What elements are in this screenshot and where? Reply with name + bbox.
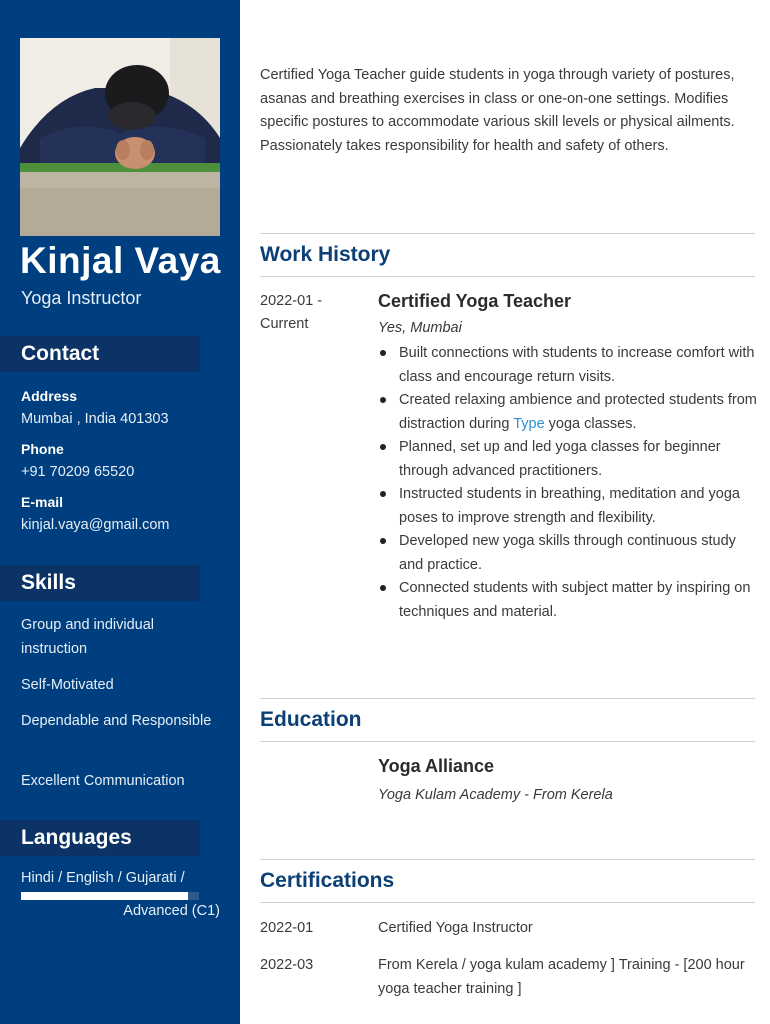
job-responsibilities: Built connections with students to incre… — [378, 342, 758, 624]
sidebar: Kinjal Vaya Yoga Instructor Contact Addr… — [0, 0, 240, 1024]
phone-label: Phone — [21, 441, 64, 457]
type-link[interactable]: Type — [513, 416, 544, 432]
job-title: Certified Yoga Teacher — [378, 291, 572, 311]
certification-date: 2022-03 — [260, 957, 314, 973]
list-item: Planned, set up and led yoga classes for… — [378, 436, 758, 483]
address-label: Address — [21, 388, 78, 404]
skill-item: Dependable and Responsible — [21, 713, 212, 729]
list-item: Created relaxing ambience and protected … — [378, 389, 758, 436]
language-name: Hindi / English / Gujarati / — [21, 870, 185, 886]
divider — [260, 859, 755, 860]
contact-heading: Contact — [0, 336, 200, 372]
certification-date: 2022-01 — [260, 920, 314, 936]
skill-item: Self-Motivated — [21, 677, 114, 693]
address-value: Mumbai , India 401303 — [21, 411, 169, 427]
divider — [260, 698, 755, 699]
professional-summary: Certified Yoga Teacher guide students in… — [260, 67, 735, 154]
list-item: Connected students with subject matter b… — [378, 577, 758, 624]
certifications-heading: Certifications — [260, 869, 395, 892]
divider — [260, 276, 755, 277]
work-history-heading: Work History — [260, 243, 391, 266]
job-date-end: Current — [260, 316, 309, 332]
candidate-name: Kinjal Vaya — [20, 240, 221, 281]
list-item-text: yoga classes. — [548, 415, 637, 432]
language-level: Advanced (C1) — [123, 903, 220, 919]
education-heading: Education — [260, 708, 362, 731]
education-detail: Yoga Kulam Academy - From Kerela — [378, 787, 613, 803]
language-proficiency-bar — [21, 892, 199, 900]
language-proficiency-fill — [21, 892, 189, 900]
divider — [260, 902, 755, 903]
languages-heading: Languages — [0, 820, 200, 856]
skill-item: Group and individual instruction — [21, 617, 155, 657]
divider — [260, 233, 755, 234]
list-item: Built connections with students to incre… — [378, 342, 758, 389]
divider — [260, 741, 755, 742]
list-item: Developed new yoga skills through contin… — [378, 530, 758, 577]
phone-value: +91 70209 65520 — [21, 464, 135, 480]
skills-heading: Skills — [0, 565, 200, 601]
education-school: Yoga Alliance — [378, 756, 495, 776]
email-label: E-mail — [21, 494, 64, 510]
certification-text: From Kerela / yoga kulam academy ] Train… — [378, 957, 745, 997]
certification-text: Certified Yoga Instructor — [378, 920, 533, 936]
job-date-start: 2022-01 - — [260, 293, 323, 309]
skill-item: Excellent Communication — [21, 773, 185, 789]
list-item: Instructed students in breathing, medita… — [378, 483, 758, 530]
email-value[interactable]: kinjal.vaya@gmail.com — [21, 517, 170, 533]
job-company: Yes, Mumbai — [378, 320, 462, 336]
candidate-job-title: Yoga Instructor — [21, 288, 142, 308]
profile-photo — [20, 38, 220, 236]
